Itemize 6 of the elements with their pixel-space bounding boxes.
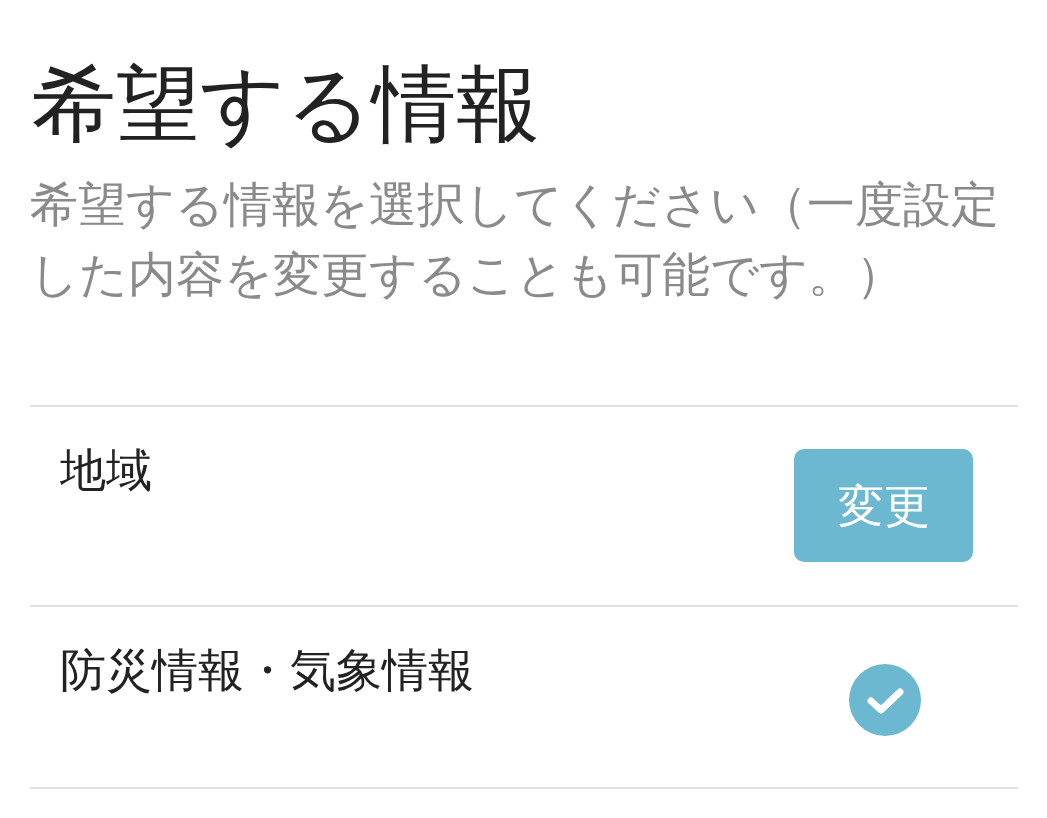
option-label: 地域 — [60, 442, 152, 498]
page-title: 希望する情報 — [31, 54, 541, 155]
change-button[interactable]: 変更 — [794, 449, 973, 563]
checkmark-icon[interactable] — [848, 663, 921, 736]
option-label: 防災情報・気象情報 — [60, 642, 474, 698]
page-description: 希望する情報を選択してください（一度設定した内容を変更することも可能です。） — [30, 174, 1000, 304]
